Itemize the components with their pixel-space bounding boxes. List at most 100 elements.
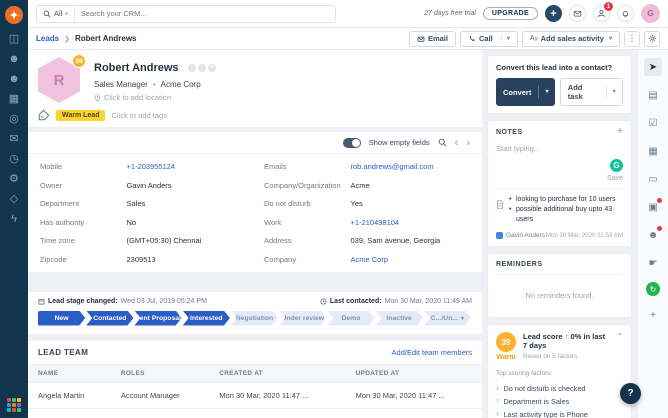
activities-icon[interactable]: ◷ bbox=[9, 154, 19, 165]
reminders-card: REMINDERS No reminders found. bbox=[487, 253, 632, 318]
tasks-icon[interactable]: ☑ bbox=[644, 114, 662, 132]
field-label: Time zone bbox=[40, 236, 75, 245]
call-dropdown-caret[interactable]: ▾ bbox=[500, 35, 510, 42]
stage-chevron-c-un-[interactable]: C.../Un... ▾ bbox=[424, 311, 471, 326]
more-options-kebab-button[interactable]: ⋮ bbox=[624, 30, 640, 47]
files-icon[interactable]: ▭ bbox=[644, 170, 662, 188]
field-value[interactable]: Acme Corp bbox=[351, 255, 389, 264]
conversations-icon[interactable]: ✉ bbox=[9, 134, 18, 145]
lead-side-panel: Convert this lead into a contact? Conver… bbox=[482, 50, 637, 418]
products-icon[interactable]: ◇ bbox=[10, 194, 18, 205]
app-sidebar: ✦ ◫ ☻ ☻ ▦ ◎ ✉ ◷ ⚙ ◇ ϟ ☏ ⊘ bbox=[0, 0, 28, 418]
collapse-chevron-icon[interactable]: ⌃ bbox=[616, 332, 623, 361]
settings-icon[interactable]: ⚙ bbox=[9, 174, 19, 185]
explore-icon[interactable]: ⊘ bbox=[7, 369, 20, 389]
team-column-header: NAME bbox=[28, 363, 111, 383]
user-avatar[interactable]: G bbox=[641, 4, 660, 23]
lead-job-title: Sales Manager bbox=[94, 80, 148, 89]
note-input[interactable]: Start typing... bbox=[496, 144, 623, 153]
apps-grid-icon[interactable] bbox=[6, 398, 21, 412]
leads-icon[interactable]: ☻ bbox=[8, 54, 20, 65]
stage-chevron-contacted[interactable]: Contacted bbox=[86, 311, 133, 326]
global-search[interactable]: All ▾ bbox=[36, 4, 336, 23]
notes-title: NOTES bbox=[496, 128, 523, 136]
upgrade-button[interactable]: UPGRADE bbox=[482, 7, 538, 20]
field-value[interactable]: rob.andrews@gmail.com bbox=[351, 162, 434, 171]
edit-team-members-link[interactable]: Add/Edit team members bbox=[392, 348, 472, 357]
field-label: Owner bbox=[40, 180, 63, 190]
grammarly-icon[interactable]: G bbox=[610, 159, 623, 172]
phone-icon[interactable]: ☏ bbox=[4, 340, 24, 360]
stage-dropdown-caret[interactable]: ▾ bbox=[461, 315, 464, 322]
add-task-button[interactable]: Add task ▼ bbox=[559, 78, 623, 106]
dnd-hand-icon[interactable]: ☛ bbox=[644, 254, 662, 272]
lead-score-badge: 39 bbox=[72, 54, 86, 68]
stage-chevron-inactive[interactable]: Inactive bbox=[376, 311, 423, 326]
freddy-icon[interactable]: ↻ bbox=[646, 282, 660, 296]
notes-doc-icon[interactable]: ▤ bbox=[644, 86, 662, 104]
show-empty-fields-toggle[interactable] bbox=[342, 137, 361, 148]
tag-icon bbox=[38, 109, 50, 121]
add-sales-activity-button[interactable]: Ay Add sales activity ▾ bbox=[521, 30, 620, 47]
customer-journey-icon[interactable]: ☻ bbox=[644, 226, 662, 244]
sidebar-bottom: ☏ ⊘ bbox=[4, 340, 24, 412]
search-fields-icon[interactable] bbox=[438, 138, 447, 147]
calendar-icon bbox=[38, 298, 45, 304]
field-value[interactable]: +1-203955124 bbox=[127, 162, 176, 171]
stage-chevron-under-review[interactable]: Under review bbox=[279, 311, 326, 326]
field-row: Department Sales bbox=[40, 199, 246, 208]
bell-icon[interactable] bbox=[617, 5, 634, 22]
twitter-icon[interactable]: t bbox=[198, 64, 206, 72]
user-notifications-button[interactable]: 1 bbox=[593, 2, 613, 22]
team-table-row[interactable]: Angela Martin Account Manager Mon 30 Mar, … bbox=[28, 382, 482, 409]
stage-chevron-new[interactable]: New bbox=[38, 311, 85, 326]
breadcrumb-leads-link[interactable]: Leads bbox=[36, 34, 59, 43]
add-task-dropdown-caret[interactable]: ▼ bbox=[605, 85, 622, 99]
call-button[interactable]: Call ▾ bbox=[459, 30, 518, 47]
collaboration-icon[interactable]: ➤ bbox=[644, 58, 662, 76]
quick-add-button[interactable]: + bbox=[545, 5, 562, 22]
add-location-field[interactable]: Click to add location bbox=[94, 93, 216, 102]
deals-icon[interactable]: ◎ bbox=[9, 114, 19, 125]
prev-record-button[interactable]: ‹ bbox=[455, 137, 459, 148]
analytics-icon[interactable]: ϟ bbox=[11, 214, 17, 225]
chevron-down-icon: ▾ bbox=[65, 10, 68, 17]
warm-lead-tag[interactable]: Warm Lead bbox=[56, 109, 106, 121]
notes-card: NOTES + Start typing... G Save looking t… bbox=[487, 120, 632, 247]
add-tags-field[interactable]: Click to add tags bbox=[111, 111, 166, 120]
linkedin-icon[interactable]: in bbox=[208, 64, 216, 72]
lead-company[interactable]: Acme Corp bbox=[161, 80, 201, 89]
freshsales-logo-icon[interactable]: ✦ bbox=[5, 6, 23, 24]
calendar-icon[interactable]: ▦ bbox=[644, 142, 662, 160]
chevron-down-icon: ▾ bbox=[608, 36, 612, 42]
help-button[interactable]: ? bbox=[620, 383, 641, 404]
right-icon-strip: ➤ ▤ ☑ ▦ ▭ ▣ ☻ ☛ ↻ + bbox=[637, 50, 668, 418]
accounts-icon[interactable]: ▦ bbox=[9, 94, 19, 105]
overview-icon[interactable]: ◫ bbox=[9, 34, 19, 45]
field-value[interactable]: +1-210498104 bbox=[351, 218, 400, 227]
convert-button[interactable]: Convert ▼ bbox=[496, 78, 555, 106]
contacts-icon[interactable]: ☻ bbox=[8, 74, 20, 85]
facebook-icon[interactable]: f bbox=[188, 64, 196, 72]
next-record-button[interactable]: › bbox=[466, 137, 470, 148]
search-input[interactable] bbox=[74, 9, 335, 18]
stage-chevron-interested[interactable]: Interested bbox=[183, 311, 230, 326]
settings-gear-button[interactable] bbox=[644, 30, 660, 47]
stage-chevron-sent-proposal[interactable]: Sent Proposal bbox=[134, 311, 181, 326]
stage-chevron-negotiation[interactable]: Negotiation bbox=[231, 311, 278, 326]
convert-dropdown-caret[interactable]: ▼ bbox=[538, 85, 554, 99]
save-note-button[interactable]: Save bbox=[607, 175, 623, 182]
search-scope-dropdown[interactable]: All ▾ bbox=[37, 5, 75, 22]
add-note-button[interactable]: + bbox=[617, 127, 623, 137]
email-inbox-button[interactable] bbox=[569, 5, 586, 22]
lead-header-card: R 39 Robert Andrews f t in Sales Manager… bbox=[28, 50, 482, 127]
trend-up-arrow-icon: ↑ bbox=[496, 411, 500, 418]
email-button[interactable]: Email bbox=[408, 30, 456, 47]
field-row: Company/Organization Acme bbox=[264, 181, 470, 190]
sales-activities-icon[interactable]: ▣ bbox=[644, 198, 662, 216]
field-row: Work +1-210498104 bbox=[264, 218, 470, 227]
stage-chevron-demo[interactable]: Demo bbox=[327, 311, 374, 326]
team-column-header: UPDATED AT bbox=[345, 363, 482, 383]
scoring-factor: ↓ Do not disturb is checked bbox=[496, 384, 586, 393]
add-icon[interactable]: + bbox=[644, 306, 662, 324]
